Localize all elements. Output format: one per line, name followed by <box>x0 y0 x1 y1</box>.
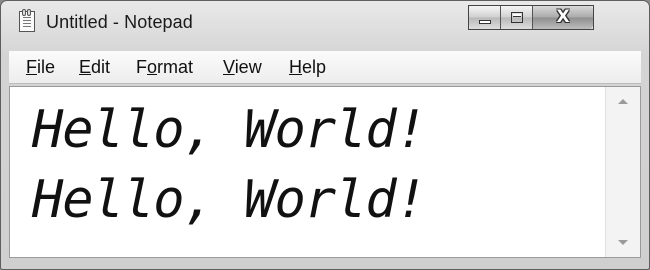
menu-view-accel: V <box>223 57 235 77</box>
menu-view-label: iew <box>234 57 262 77</box>
menu-file[interactable]: File <box>26 57 55 78</box>
maximize-button[interactable] <box>501 6 533 29</box>
title-bar[interactable]: Untitled - Notepad X <box>1 1 649 48</box>
menu-file-label: ile <box>37 57 56 77</box>
text-line: Hello, World! <box>32 170 427 230</box>
menu-format-prefix: F <box>136 57 147 77</box>
menu-help-accel: H <box>289 57 302 77</box>
menu-edit[interactable]: Edit <box>79 57 110 78</box>
text-editor[interactable]: Hello, World! Hello, World! <box>9 86 641 258</box>
maximize-icon <box>510 12 523 23</box>
caption-buttons: X <box>468 5 594 30</box>
menu-file-accel: F <box>26 57 37 77</box>
menu-format-label: rmat <box>157 57 194 77</box>
menu-edit-accel: E <box>79 57 92 77</box>
scroll-up-arrow-icon[interactable] <box>618 99 628 104</box>
menu-bar: File Edit Format View Help <box>9 51 641 84</box>
vertical-scrollbar[interactable] <box>605 87 640 257</box>
menu-format-accel: o <box>147 57 158 77</box>
window-title: Untitled - Notepad <box>46 12 193 32</box>
text-area[interactable]: Hello, World! Hello, World! <box>10 87 606 257</box>
notepad-window: Untitled - Notepad X File Edit Format Vi… <box>0 0 650 270</box>
text-line: Hello, World! <box>32 100 427 160</box>
scroll-down-arrow-icon[interactable] <box>618 240 628 245</box>
minimize-button[interactable] <box>469 6 501 29</box>
menu-help[interactable]: Help <box>289 57 326 78</box>
close-icon: X <box>556 7 570 27</box>
menu-help-label: elp <box>302 57 327 77</box>
minimize-icon <box>478 19 491 24</box>
menu-edit-label: dit <box>91 57 111 77</box>
menu-format[interactable]: Format <box>136 57 193 78</box>
menu-view[interactable]: View <box>223 57 262 78</box>
notepad-icon[interactable] <box>19 9 35 32</box>
close-button[interactable]: X <box>533 6 593 29</box>
